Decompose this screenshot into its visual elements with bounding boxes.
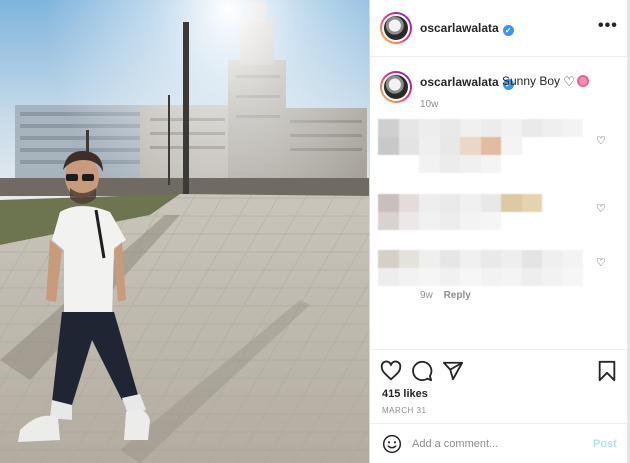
caption-body: Sunny Boy [502, 74, 561, 88]
likes-count[interactable]: 415 likes [382, 388, 428, 400]
comment-timestamp[interactable]: 9w [420, 290, 433, 301]
comment-icon[interactable] [411, 360, 433, 382]
comment-like-heart-icon[interactable]: ♡ [596, 134, 606, 147]
header-username[interactable]: oscarlawalata ✓ [420, 21, 514, 36]
avatar[interactable] [380, 12, 412, 44]
reply-button[interactable]: Reply [444, 290, 471, 301]
bookmark-icon[interactable] [596, 360, 618, 382]
username-text[interactable]: oscarlawalata [420, 21, 499, 35]
post-side-panel: oscarlawalata ✓ ••• oscarlawalata ✓ Sunny … [370, 0, 627, 463]
caption-text: Sunny Boy ♡ [502, 74, 590, 90]
caption-username[interactable]: oscarlawalata ✓ [420, 75, 514, 90]
share-icon[interactable] [442, 360, 464, 382]
caption-avatar[interactable] [380, 71, 412, 103]
post-photo[interactable] [0, 0, 369, 463]
post-date: MARCH 31 [382, 406, 427, 415]
comment-like-heart-icon[interactable]: ♡ [596, 256, 606, 269]
post-comment-button[interactable]: Post [593, 438, 617, 450]
blurred-comment [378, 194, 583, 230]
instagram-post-viewer: oscarlawalata ✓ ••• oscarlawalata ✓ Sunny … [0, 0, 630, 463]
verified-badge-icon: ✓ [502, 25, 514, 36]
white-heart-emoji-icon: ♡ [563, 74, 576, 89]
post-actions: 415 likes MARCH 31 Add a comment... Post [370, 349, 627, 463]
caption-timestamp[interactable]: 10w [420, 99, 438, 110]
blurred-comment [378, 119, 583, 173]
blurred-comment [378, 250, 583, 286]
comment-input[interactable]: Add a comment... [412, 438, 498, 450]
caption-username-text[interactable]: oscarlawalata [420, 75, 499, 89]
heart-icon[interactable] [380, 360, 402, 382]
emoji-icon[interactable] [382, 434, 402, 454]
cherry-blossom-emoji-icon [577, 75, 590, 87]
post-caption: oscarlawalata ✓ Sunny Boy ♡ 10w [370, 57, 627, 117]
post-photo-illustration [0, 0, 369, 463]
add-comment-bar: Add a comment... Post [370, 423, 627, 463]
post-header: oscarlawalata ✓ ••• [370, 0, 627, 57]
comment-like-heart-icon[interactable]: ♡ [596, 202, 606, 215]
comment-meta: 9w Reply [420, 290, 471, 301]
more-options-icon[interactable]: ••• [598, 17, 618, 35]
